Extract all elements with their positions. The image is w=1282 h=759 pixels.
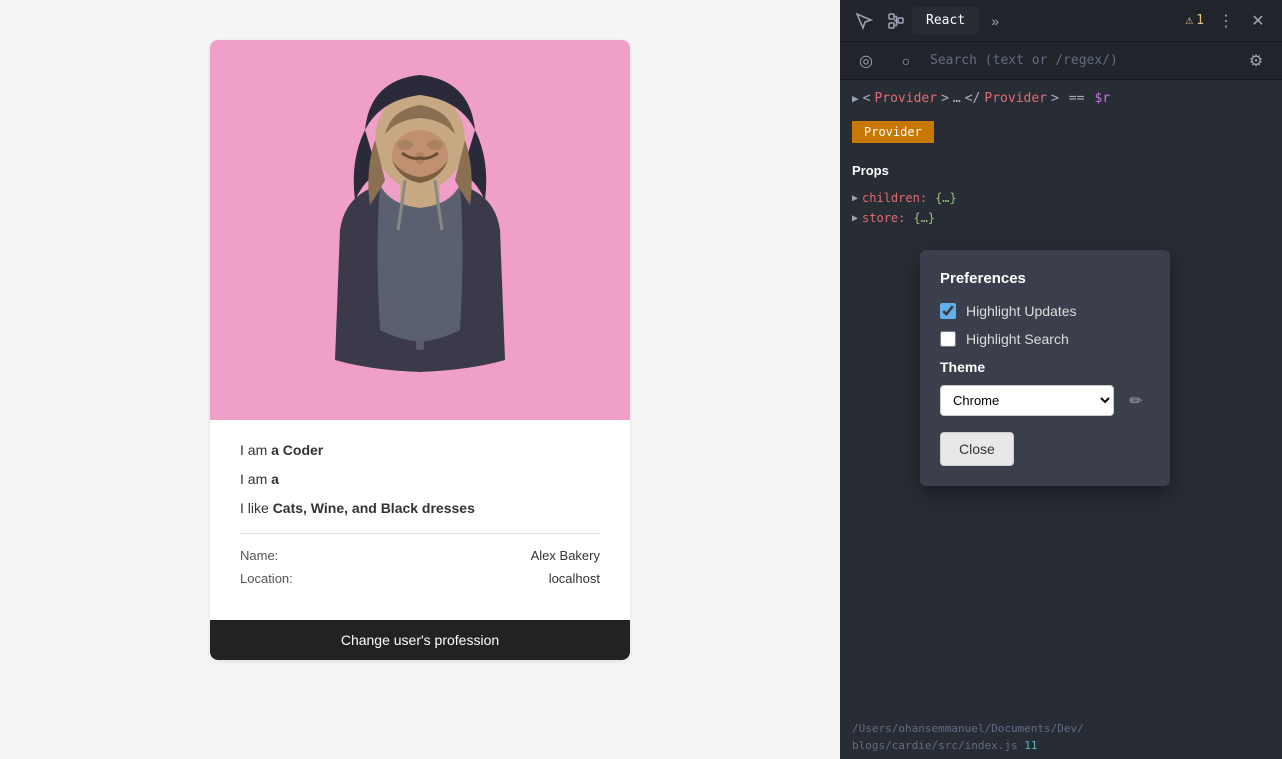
tree-arrow[interactable]: ▶ xyxy=(852,92,859,105)
app-panel: I am a Coder I am a I like Cats, Wine, a… xyxy=(0,0,840,759)
devtools-search-bar: ◎ ○ ⚙ xyxy=(840,42,1282,80)
close-devtools-button[interactable]: ✕ xyxy=(1242,5,1274,37)
theme-edit-button[interactable]: ✏ xyxy=(1122,387,1150,415)
person-svg xyxy=(290,50,550,410)
line-num-val: 11 xyxy=(1024,739,1037,752)
warning-icon: ⚠ xyxy=(1185,13,1193,28)
highlight-updates-row: Highlight Updates xyxy=(940,303,1150,319)
provider-highlight-tab[interactable]: Provider xyxy=(852,121,934,143)
devtools-panel: React » ⚠ 1 ⋮ ✕ ◎ ○ ⚙ ▶ <Provider> … </P… xyxy=(840,0,1282,759)
profile-text-3: I like Cats, Wine, and Black dresses xyxy=(240,498,600,519)
preferences-title: Preferences xyxy=(940,270,1150,287)
inspect-icon xyxy=(855,12,873,30)
profile-text-2: I am a xyxy=(240,469,600,490)
prop-key-children: children: xyxy=(862,191,927,205)
component-search-input[interactable] xyxy=(930,53,1232,68)
change-profession-button[interactable]: Change user's profession xyxy=(210,620,630,660)
theme-title: Theme xyxy=(940,359,1150,375)
props-title: Props xyxy=(852,163,1270,178)
inspect-element-button[interactable] xyxy=(848,5,880,37)
highlight-updates-label: Highlight Updates xyxy=(966,303,1077,319)
profile-image-area xyxy=(210,40,630,420)
settings-button[interactable]: ⚙ xyxy=(1240,45,1272,77)
devtools-toolbar: React » ⚠ 1 ⋮ ✕ xyxy=(840,0,1282,42)
dollar-r: $r xyxy=(1095,91,1111,106)
preferences-popup: Preferences Highlight Updates Highlight … xyxy=(920,250,1170,486)
name-label: Name: xyxy=(240,548,278,563)
warning-count: 1 xyxy=(1196,13,1204,28)
tree-icon xyxy=(887,12,905,30)
prop-arrow-children[interactable]: ▶ xyxy=(852,193,858,204)
more-options-button[interactable]: ⋮ xyxy=(1210,5,1242,37)
prop-val-children: {…} xyxy=(935,191,957,205)
file-path-line2: blogs/cardie/src/index.js xyxy=(852,739,1018,752)
prop-val-store: {…} xyxy=(913,211,935,225)
highlight-updates-checkbox[interactable] xyxy=(940,303,956,319)
prop-row-store: ▶ store: {…} xyxy=(852,208,1270,228)
theme-row: Chrome Dark Light ✏ xyxy=(940,385,1150,416)
profile-meta-name: Name: Alex Bakery xyxy=(240,548,600,563)
search-type-button[interactable]: ○ xyxy=(890,45,922,77)
location-value: localhost xyxy=(549,571,600,586)
prop-row-children: ▶ children: {…} xyxy=(852,188,1270,208)
component-tree-button[interactable] xyxy=(880,5,912,37)
profile-card: I am a Coder I am a I like Cats, Wine, a… xyxy=(210,40,630,660)
profile-meta-location: Location: localhost xyxy=(240,571,600,586)
more-tabs-button[interactable]: » xyxy=(979,5,1011,37)
profile-info: I am a Coder I am a I like Cats, Wine, a… xyxy=(210,420,630,604)
warning-badge: ⚠ 1 xyxy=(1179,9,1210,32)
tree-row-provider: ▶ <Provider> … </Provider> == $r xyxy=(852,88,1270,109)
highlight-search-label: Highlight Search xyxy=(966,331,1069,347)
component-tree: ▶ <Provider> … </Provider> == $r xyxy=(840,80,1282,117)
theme-select[interactable]: Chrome Dark Light xyxy=(940,385,1114,416)
preferences-close-button[interactable]: Close xyxy=(940,432,1014,466)
profile-divider xyxy=(240,533,600,534)
prop-key-store: store: xyxy=(862,211,905,225)
prop-arrow-store[interactable]: ▶ xyxy=(852,213,858,224)
highlight-search-row: Highlight Search xyxy=(940,331,1150,347)
profile-text-1: I am a Coder xyxy=(240,440,600,461)
file-path-line1: /Users/ohansemmanuel/Documents/Dev/ xyxy=(852,722,1084,735)
highlight-search-checkbox[interactable] xyxy=(940,331,956,347)
name-value: Alex Bakery xyxy=(531,548,600,563)
file-path: /Users/ohansemmanuel/Documents/Dev/ blog… xyxy=(840,716,1282,759)
location-label: Location: xyxy=(240,571,293,586)
react-tab[interactable]: React xyxy=(912,7,979,34)
provider-tag-name: Provider xyxy=(874,91,937,106)
target-button[interactable]: ◎ xyxy=(850,45,882,77)
